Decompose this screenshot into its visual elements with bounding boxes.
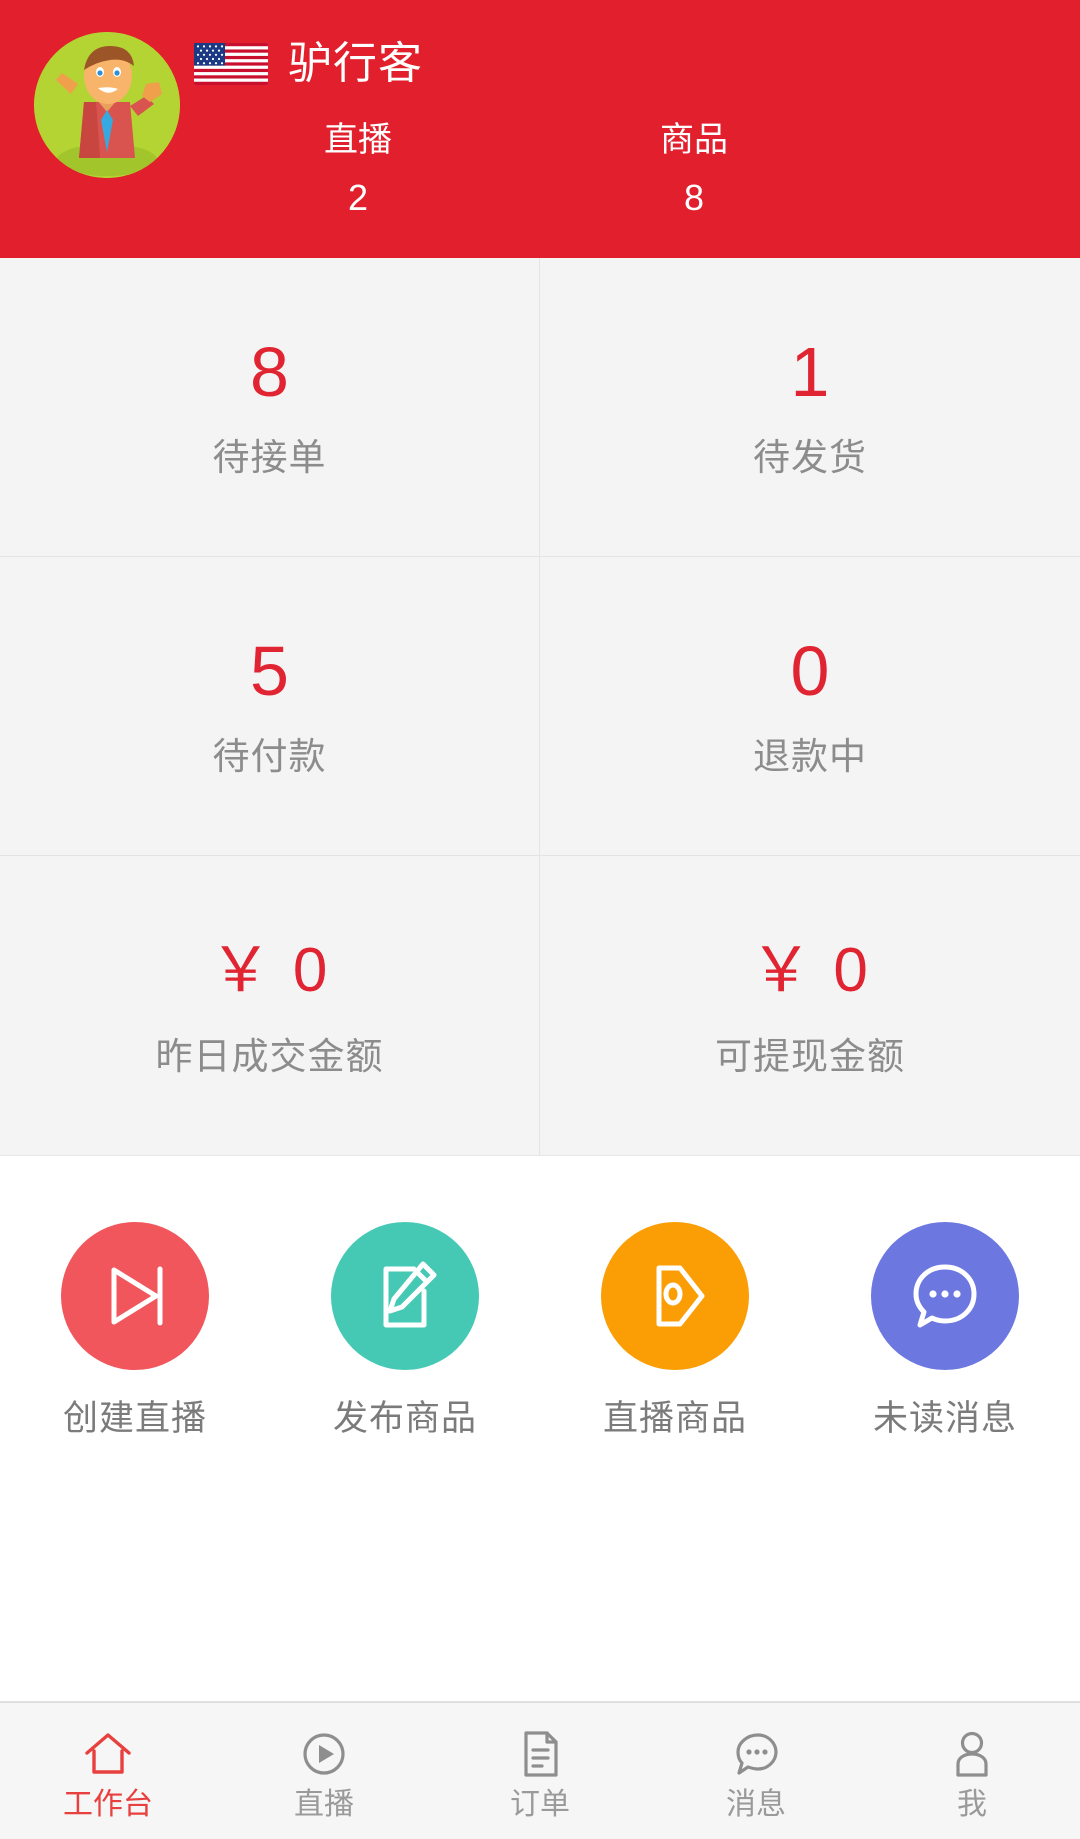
avatar-cartoon-man-icon — [34, 32, 180, 178]
stat-value: 0 — [790, 632, 830, 710]
stat-label: 退款中 — [753, 736, 867, 777]
tab-label: 消息 — [726, 1788, 786, 1821]
stat-cell-yesterday-turnover[interactable]: ￥ 0 昨日成交金额 — [0, 856, 540, 1155]
tab-profile[interactable]: 我 — [864, 1703, 1080, 1839]
stat-cell-pending-payment[interactable]: 5 待付款 — [0, 557, 540, 856]
stat-cell-pending-ship[interactable]: 1 待发货 — [540, 258, 1080, 557]
stat-cell-withdrawable[interactable]: ￥ 0 可提现金额 — [540, 856, 1080, 1155]
shop-title-row: 驴行客 — [190, 22, 1080, 106]
action-label: 创建直播 — [62, 1399, 207, 1438]
tab-workbench[interactable]: 工作台 — [0, 1703, 216, 1839]
action-create-live[interactable]: 创建直播 — [0, 1222, 270, 1440]
chat-bubble-dots-icon — [871, 1222, 1019, 1370]
chat-bubble-icon — [730, 1726, 782, 1782]
header-info: 驴行客 直播 2 商品 8 — [180, 22, 1080, 230]
header-stat-goods-value: 8 — [683, 177, 705, 218]
header-stat-live-value: 2 — [347, 177, 369, 218]
header-stat-goods[interactable]: 商品 8 — [526, 114, 862, 230]
stat-value: ￥ 0 — [209, 935, 330, 1005]
us-flag-icon — [194, 43, 268, 85]
tab-label: 我 — [957, 1788, 987, 1821]
header-stats: 直播 2 商品 8 — [190, 114, 1080, 230]
shop-header: 驴行客 直播 2 商品 8 — [0, 0, 1080, 258]
stat-label: 昨日成交金额 — [155, 1035, 384, 1077]
action-publish-goods[interactable]: 发布商品 — [270, 1222, 540, 1440]
tab-label: 订单 — [510, 1788, 570, 1821]
note-pencil-edit-icon — [331, 1222, 479, 1370]
action-label: 未读消息 — [872, 1399, 1017, 1438]
stat-value: 5 — [250, 632, 289, 710]
user-person-icon — [946, 1726, 998, 1782]
stat-value: ￥ 0 — [750, 935, 870, 1005]
action-live-goods[interactable]: 直播商品 — [540, 1222, 810, 1440]
skip-next-play-icon — [61, 1222, 209, 1370]
action-label: 直播商品 — [602, 1399, 747, 1438]
stat-label: 待付款 — [212, 736, 327, 777]
header-stat-goods-label: 商品 — [660, 121, 728, 159]
quick-actions: 创建直播 发布商品 直播商品 未读消息 — [0, 1156, 1080, 1702]
app-root: 驴行客 直播 2 商品 8 8 待接单 1 待发货 5 待付款 0 退款中 ￥ … — [0, 0, 1080, 1839]
avatar[interactable] — [34, 32, 180, 178]
tab-label: 直播 — [294, 1788, 354, 1821]
action-unread-messages[interactable]: 未读消息 — [810, 1222, 1080, 1440]
tab-messages[interactable]: 消息 — [648, 1703, 864, 1839]
header-stat-live[interactable]: 直播 2 — [190, 114, 526, 230]
action-label: 发布商品 — [332, 1399, 477, 1438]
header-stat-live-label: 直播 — [324, 121, 392, 159]
shop-name: 驴行客 — [288, 39, 423, 88]
price-tag-icon — [601, 1222, 749, 1370]
order-stat-grid: 8 待接单 1 待发货 5 待付款 0 退款中 ￥ 0 昨日成交金额 ￥ 0 可… — [0, 258, 1080, 1156]
stat-label: 可提现金额 — [715, 1035, 905, 1077]
bottom-tab-bar: 工作台 直播 订单 消息 我 — [0, 1702, 1080, 1839]
tab-orders[interactable]: 订单 — [432, 1703, 648, 1839]
stat-value: 8 — [250, 333, 289, 411]
home-icon — [82, 1726, 134, 1782]
play-circle-icon — [298, 1726, 350, 1782]
stat-label: 待接单 — [212, 437, 327, 478]
document-icon — [514, 1726, 566, 1782]
stat-cell-pending-accept[interactable]: 8 待接单 — [0, 258, 540, 557]
stat-cell-refunding[interactable]: 0 退款中 — [540, 557, 1080, 856]
stat-label: 待发货 — [753, 437, 867, 478]
tab-live[interactable]: 直播 — [216, 1703, 432, 1839]
tab-label: 工作台 — [63, 1788, 153, 1821]
stat-value: 1 — [790, 333, 830, 411]
